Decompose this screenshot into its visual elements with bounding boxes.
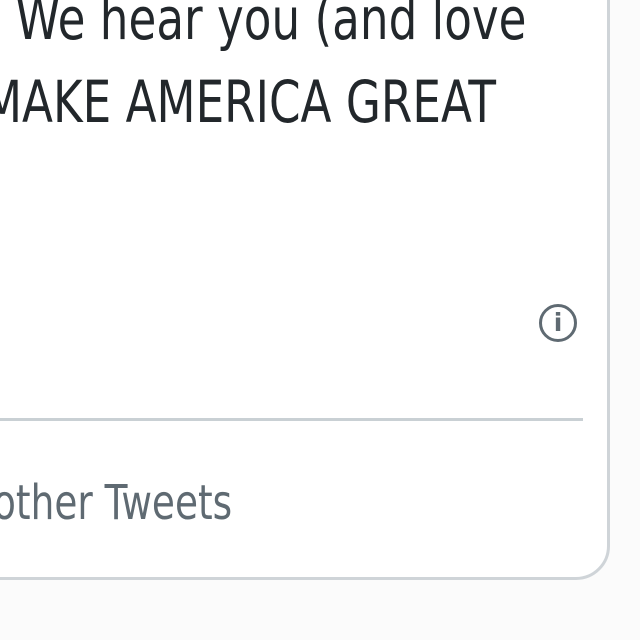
- more-tweets-link[interactable]: other Tweets: [0, 477, 232, 529]
- tweet-text: ! We hear you (and love MAKE AMERICA GRE…: [0, 0, 583, 163]
- card-divider: [0, 418, 583, 421]
- tweet-text-line-1: ! We hear you (and love: [0, 0, 527, 53]
- info-icon[interactable]: i: [539, 304, 577, 342]
- tweet-text-line-2: MAKE AMERICA GREAT: [0, 68, 497, 136]
- embedded-tweet-view: ! We hear you (and love MAKE AMERICA GRE…: [0, 0, 640, 640]
- tweet-card: ! We hear you (and love MAKE AMERICA GRE…: [0, 0, 610, 580]
